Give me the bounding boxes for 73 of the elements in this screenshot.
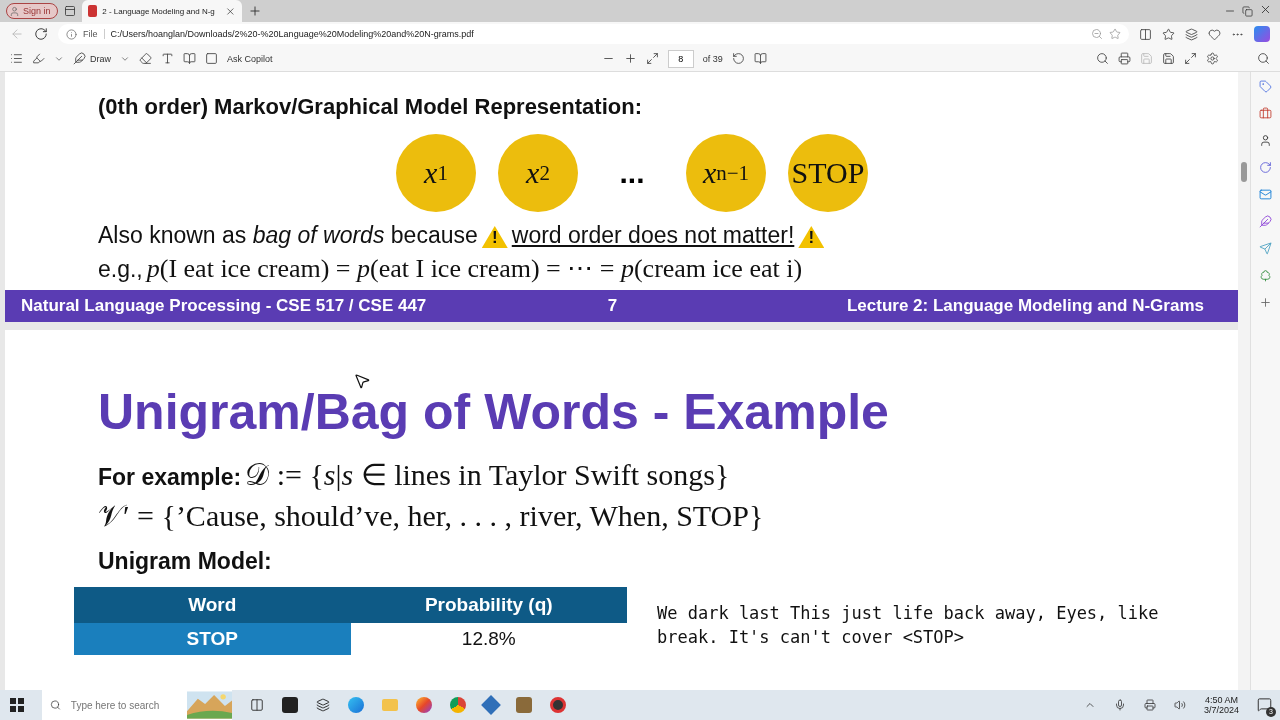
for-example-label: For example: — [98, 463, 242, 491]
draw-button[interactable]: Draw — [73, 52, 111, 65]
table-cell: STOP — [74, 622, 351, 655]
emphasis-text: word order does not matter! — [511, 222, 795, 249]
windows-start-icon[interactable] — [10, 698, 24, 712]
tree-icon[interactable] — [1259, 269, 1272, 282]
page-count: of 39 — [702, 53, 723, 64]
variable-node: STOP — [788, 134, 868, 212]
table-cell: 12.8% — [350, 622, 627, 655]
clock-time[interactable]: 4:50 AM — [1204, 695, 1238, 705]
profile-icon — [9, 5, 20, 17]
eraser-icon[interactable] — [139, 52, 152, 65]
ask-copilot-button[interactable]: Ask Copilot — [227, 53, 273, 64]
settings-icon[interactable] — [1206, 52, 1219, 65]
lecture-title: Lecture 2: Language Modeling and N-Grams — [846, 296, 1204, 316]
tab-title: 2 - Language Modeling and N-g — [102, 6, 215, 16]
slide-title: Unigram/Bag of Words - Example — [98, 386, 889, 439]
model-heading: Unigram Model: — [98, 547, 272, 575]
taskbar-search-box[interactable]: Type here to search — [42, 690, 232, 720]
info-icon — [66, 28, 77, 40]
close-icon[interactable] — [224, 5, 236, 17]
briefcase-icon[interactable] — [1259, 107, 1272, 120]
person-icon[interactable] — [1259, 134, 1272, 147]
page-number-field[interactable]: 8 — [667, 49, 694, 68]
mouse-cursor-icon — [353, 372, 371, 390]
search-icon[interactable] — [1257, 52, 1270, 65]
send-icon[interactable] — [1259, 242, 1272, 255]
probability-formula: p(I eat ice cream) = p(eat I ice cream) = ⋯ = p(cream ice eat i) — [146, 254, 803, 283]
notification-icon[interactable] — [1257, 696, 1272, 712]
mail-icon[interactable] — [1259, 188, 1272, 201]
example-label: e.g., — [98, 256, 143, 283]
new-tab-icon[interactable] — [247, 4, 262, 18]
slide-number: 7 — [607, 296, 618, 316]
rotate-icon[interactable] — [731, 52, 745, 65]
warning-icon: ! — [798, 226, 825, 248]
column-header: Word — [74, 586, 351, 623]
ellipsis: ... — [618, 156, 646, 190]
contents-icon[interactable] — [10, 52, 23, 65]
fit-icon[interactable] — [645, 52, 659, 65]
url-text: C:/Users/hoanglan/Downloads/2%20-%20Language%20Modeling%20and%20N-grams.pdf — [110, 29, 474, 39]
slide-heading: (0th order) Markov/Graphical Model Representation: — [98, 94, 643, 120]
highlight-icon[interactable] — [32, 52, 45, 65]
browser-tab[interactable]: 2 - Language Modeling and N-g — [81, 0, 242, 22]
fullscreen-icon[interactable] — [1184, 52, 1197, 65]
save-as-icon[interactable] — [1162, 52, 1175, 65]
text-icon[interactable] — [161, 52, 174, 65]
dataset-formula: 𝒟 := {s|s ∈ lines in Taylor Swift songs} — [245, 457, 730, 491]
file-label: File — [83, 29, 105, 39]
microphone-icon[interactable] — [1113, 699, 1126, 711]
print-icon[interactable] — [1118, 52, 1131, 65]
clock-date[interactable]: 3/7/2024 — [1203, 705, 1239, 715]
close-icon[interactable] — [1259, 3, 1272, 16]
course-name: Natural Language Processing - CSE 517 / CSE 447 — [21, 296, 428, 316]
refresh-icon[interactable] — [34, 27, 48, 41]
add-icon[interactable] — [1259, 296, 1272, 309]
quill-icon[interactable] — [1259, 215, 1272, 228]
zoom-in-icon[interactable] — [623, 52, 637, 65]
tag-icon[interactable] — [1259, 80, 1272, 93]
restore-icon[interactable] — [1242, 5, 1253, 17]
volume-icon[interactable] — [1173, 699, 1186, 711]
warning-icon: ! — [481, 226, 508, 248]
pen-icon — [73, 52, 86, 65]
vocabulary-formula: 𝒱′ = {’Cause, should’ve, her, . . . , river, When, STOP} — [98, 498, 764, 532]
sign-in-button[interactable]: Sign in — [6, 3, 58, 19]
generated-text: We dark last This just life back away, Eyes, like break. It's can't cover <STOP> — [657, 601, 1160, 649]
favorites-icon[interactable] — [1162, 27, 1175, 41]
bag-of-words-sentence: Also known as bag of words because — [98, 222, 478, 249]
search-icon[interactable] — [1096, 52, 1109, 65]
column-header: Probability (q) — [350, 586, 627, 623]
split-screen-icon[interactable] — [1139, 27, 1152, 41]
scrollbar-thumb[interactable] — [1241, 162, 1247, 182]
tab-actions-icon[interactable] — [63, 5, 76, 17]
search-icon — [50, 699, 61, 711]
